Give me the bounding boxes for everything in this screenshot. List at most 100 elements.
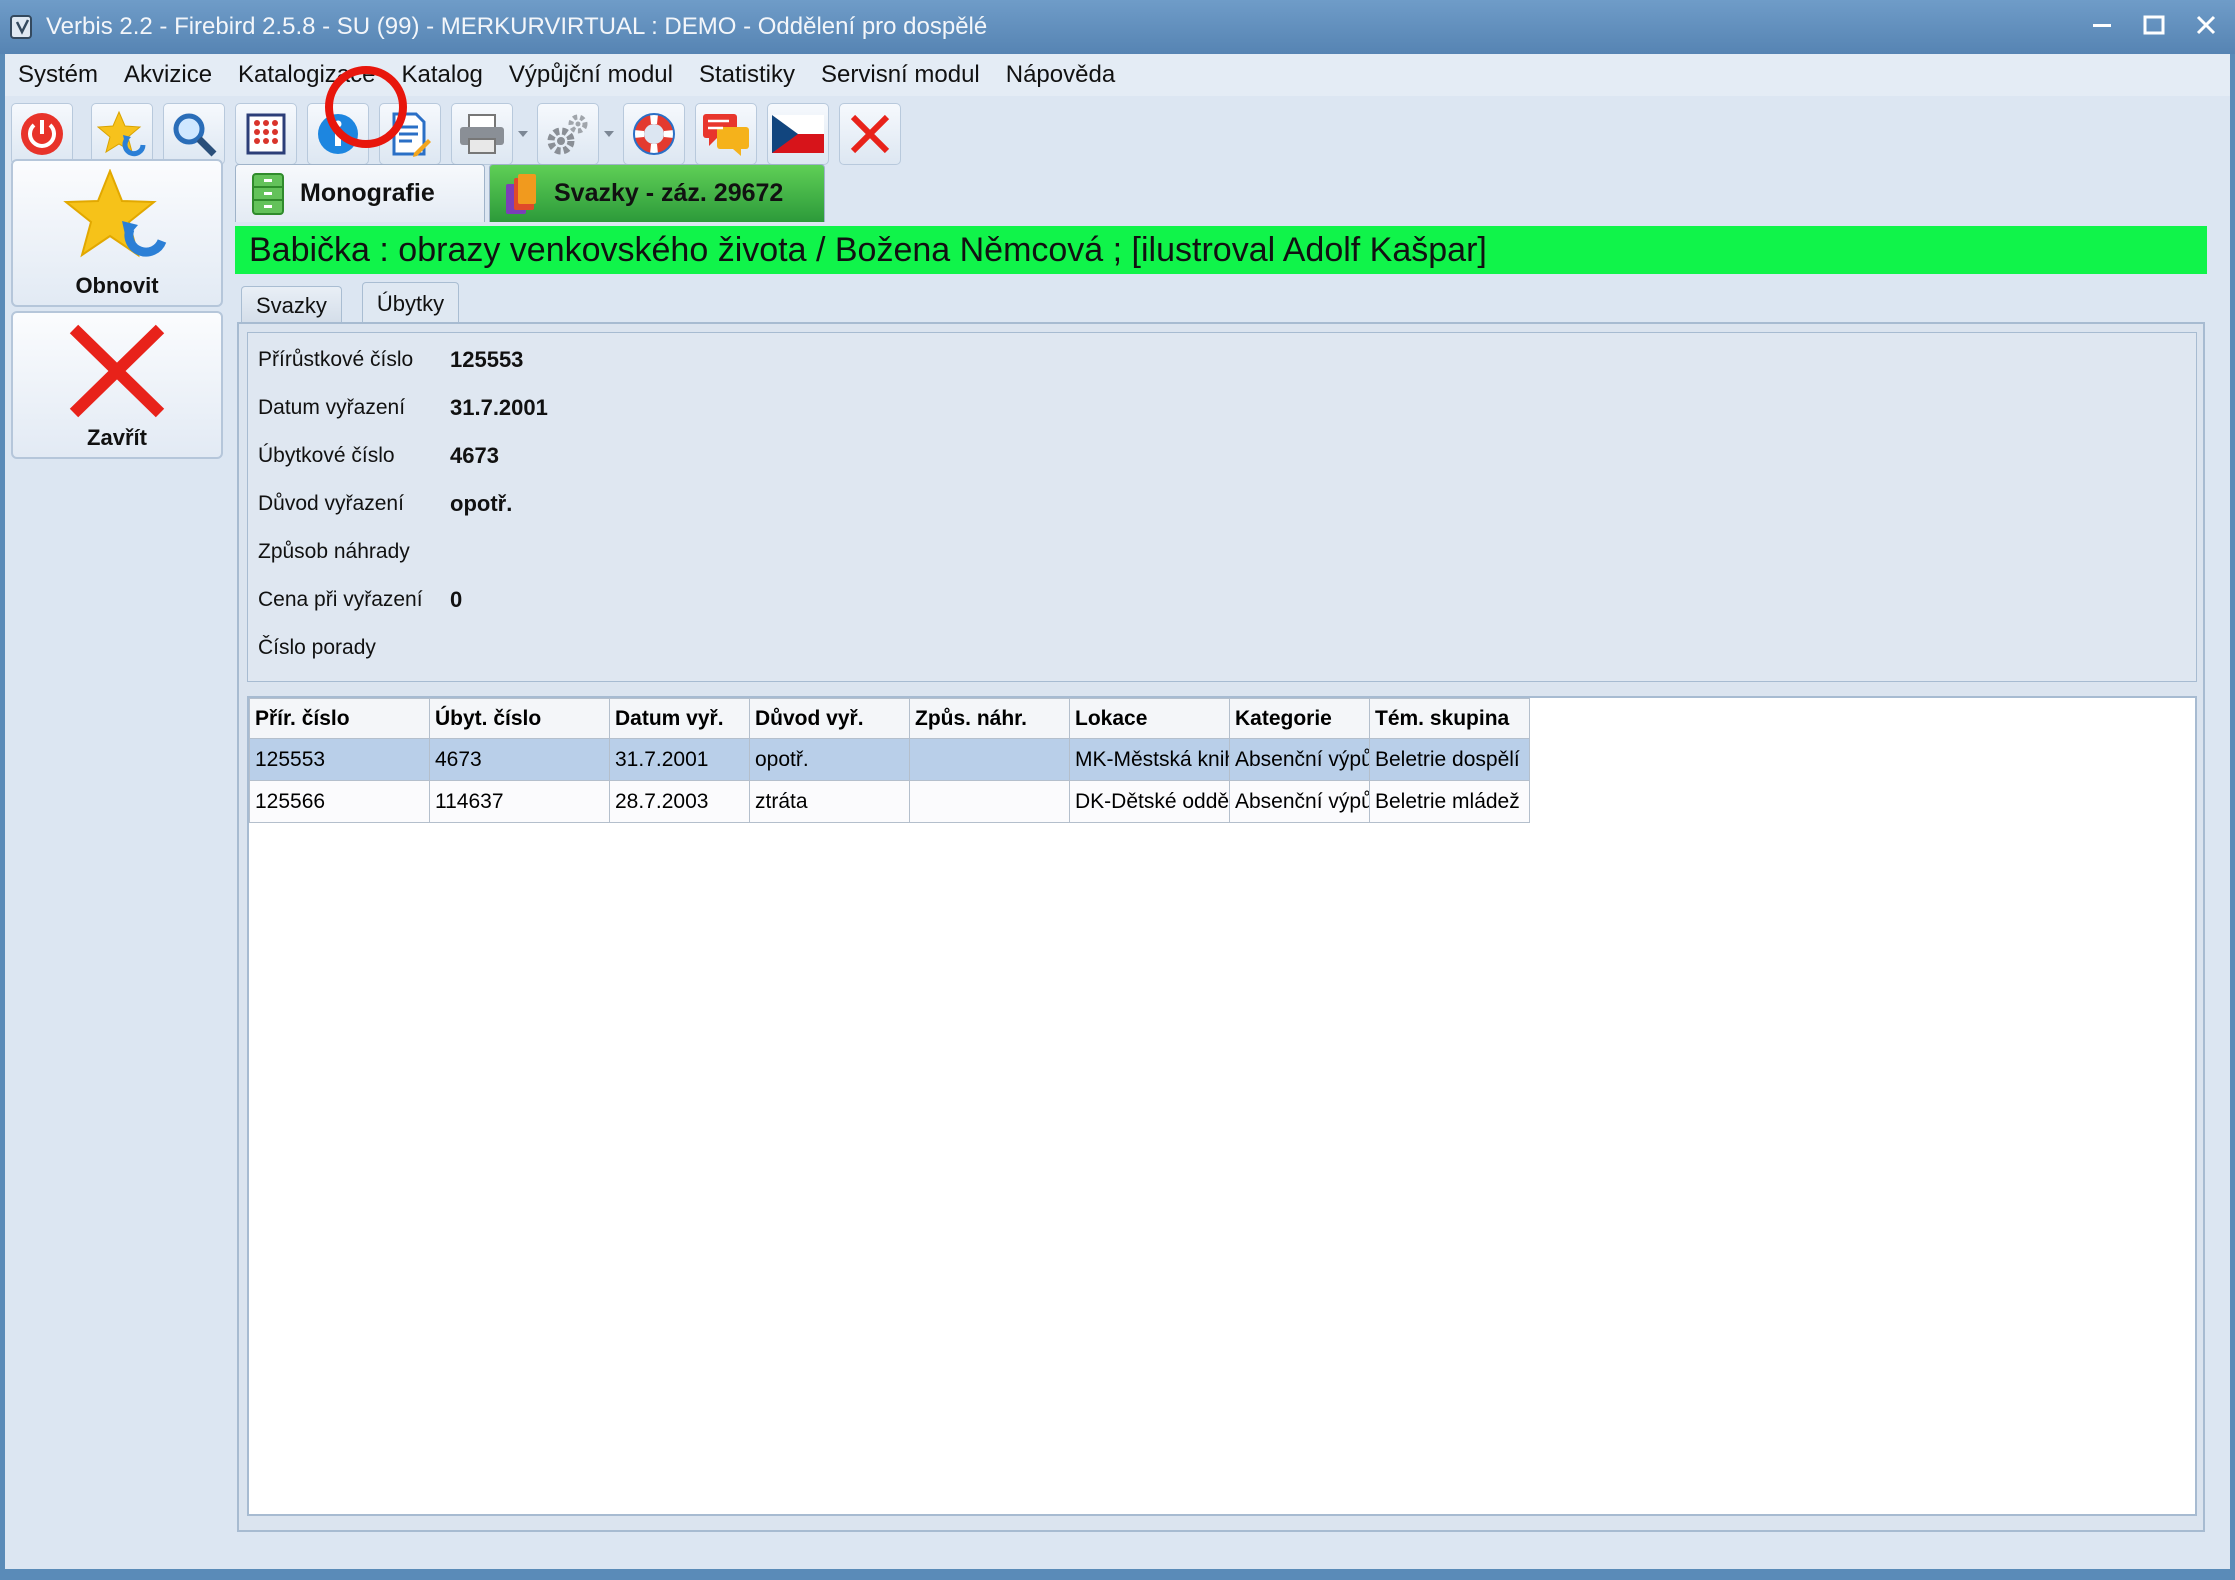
tab-svazky-label: Svazky - záz. 29672 [554,179,784,207]
abacus-button[interactable] [235,103,297,165]
field-value[interactable]: 125553 [450,347,523,373]
maximize-button[interactable] [2135,6,2173,44]
field-row: Způsob náhrady [258,537,450,567]
print-dropdown[interactable] [515,103,531,165]
edit-document-button[interactable] [379,103,441,165]
help-button[interactable] [623,103,685,165]
field-value[interactable]: 0 [450,587,462,613]
table-cell: 4673 [429,738,610,781]
table-header-row: Přír. číslo Úbyt. číslo Datum vyř. Důvod… [249,698,1530,739]
power-icon [21,113,63,155]
close-icon [69,324,165,418]
close-window-button[interactable] [2187,6,2225,44]
print-button[interactable] [451,103,513,165]
info-button[interactable] [307,103,369,165]
printer-icon [460,114,504,154]
status-strip [5,1554,2230,1569]
column-header[interactable]: Kategorie [1229,698,1370,739]
field-label: Způsob náhrady [258,540,410,563]
subtab-ubytky[interactable]: Úbytky [361,282,460,324]
table-cell [909,780,1070,823]
close-icon [850,114,890,154]
table-cell: 125566 [249,780,430,823]
column-header[interactable]: Úbyt. číslo [429,698,610,739]
settings-button[interactable] [537,103,599,165]
messages-button[interactable] [695,103,757,165]
table-cell: 31.7.2001 [609,738,750,781]
chat-icon [703,114,749,156]
gear-icon [547,114,588,155]
table-row[interactable]: 125553 4673 31.7.2001 opotř. MK-Městská … [249,738,1530,781]
table-cell: 114637 [429,780,610,823]
subtab-svazky-label: Svazky [256,292,327,318]
table-cell: Beletrie dospělí [1369,738,1530,781]
field-value[interactable]: 31.7.2001 [450,395,548,421]
refresh-star-icon [63,169,167,258]
menu-bar: Systém Akvizice Katalogizace Katalog Výp… [5,54,2230,96]
column-header[interactable]: Důvod vyř. [749,698,910,739]
search-icon [173,113,217,157]
table-cell: Absenční výpůjčka [1229,780,1370,823]
column-header[interactable]: Lokace [1069,698,1230,739]
close-toolbar-button[interactable] [839,103,901,165]
field-label: Přírůstkové číslo [258,348,414,371]
main-area: Monografie Svazky - záz. 29672 Babička :… [227,158,2217,1538]
menu-napoveda[interactable]: Nápověda [993,54,1128,96]
column-header[interactable]: Způs. náhr. [909,698,1070,739]
menu-statistiky[interactable]: Statistiky [686,54,808,96]
close-label: Zavřít [87,425,147,450]
ubytky-panel: Přírůstkové číslo 125553 Datum vyřazení … [237,322,2205,1532]
edit-document-icon [392,112,431,157]
close-icon [2196,15,2216,35]
language-button[interactable] [767,103,829,165]
czech-flag-icon [772,115,824,153]
record-title: Babička : obrazy venkovského života / Bo… [235,226,2207,274]
field-label: Cena při vyřazení [258,588,423,611]
field-row: Cena při vyřazení 0 [258,585,462,615]
menu-akvizice[interactable]: Akvizice [111,54,225,96]
field-value[interactable]: opotř. [450,491,512,517]
refresh-star-icon [97,110,146,157]
refresh-toolbar-button[interactable] [91,103,153,165]
abacus-icon [246,113,286,155]
minimize-icon [2093,24,2111,27]
table-cell: opotř. [749,738,910,781]
column-header[interactable]: Datum vyř. [609,698,750,739]
menu-katalogizace[interactable]: Katalogizace [225,54,388,96]
power-button[interactable] [11,103,73,165]
close-button[interactable]: Zavřít [11,311,223,459]
maximize-icon [2143,15,2165,35]
tab-monografie[interactable]: Monografie [235,164,485,222]
field-row: Přírůstkové číslo 125553 [258,345,523,375]
subtab-ubytky-label: Úbytky [376,290,445,316]
menu-system[interactable]: Systém [5,54,111,96]
search-button[interactable] [163,103,225,165]
tab-svazky[interactable]: Svazky - záz. 29672 [489,164,825,222]
refresh-button[interactable]: Obnovit [11,159,223,307]
field-row: Úbytkové číslo 4673 [258,441,499,471]
table-cell: ztráta [749,780,910,823]
field-value[interactable]: 4673 [450,443,499,469]
table-row[interactable]: 125566 114637 28.7.2003 ztráta DK-Dětské… [249,780,1530,823]
subtab-svazky[interactable]: Svazky [241,286,342,324]
tab-monografie-label: Monografie [300,179,435,207]
menu-vypujcni-modul[interactable]: Výpůjční modul [496,54,686,96]
field-label: Úbytkové číslo [258,444,395,467]
field-row: Číslo porady [258,633,450,663]
settings-dropdown[interactable] [601,103,617,165]
info-icon [318,114,358,154]
field-label: Číslo porady [258,636,376,659]
field-row: Datum vyřazení 31.7.2001 [258,393,548,423]
menu-katalog[interactable]: Katalog [388,54,495,96]
minimize-button[interactable] [2083,6,2121,44]
books-icon [506,173,536,214]
table-cell: 125553 [249,738,430,781]
column-header[interactable]: Přír. číslo [249,698,430,739]
field-row: Důvod vyřazení opotř. [258,489,512,519]
menu-servisni-modul[interactable]: Servisní modul [808,54,993,96]
column-header[interactable]: Tém. skupina [1369,698,1530,739]
table-cell: 28.7.2003 [609,780,750,823]
field-label: Datum vyřazení [258,396,406,419]
table-cell: Beletrie mládež [1369,780,1530,823]
ubytky-grid: Přír. číslo Úbyt. číslo Datum vyř. Důvod… [247,696,2197,1516]
